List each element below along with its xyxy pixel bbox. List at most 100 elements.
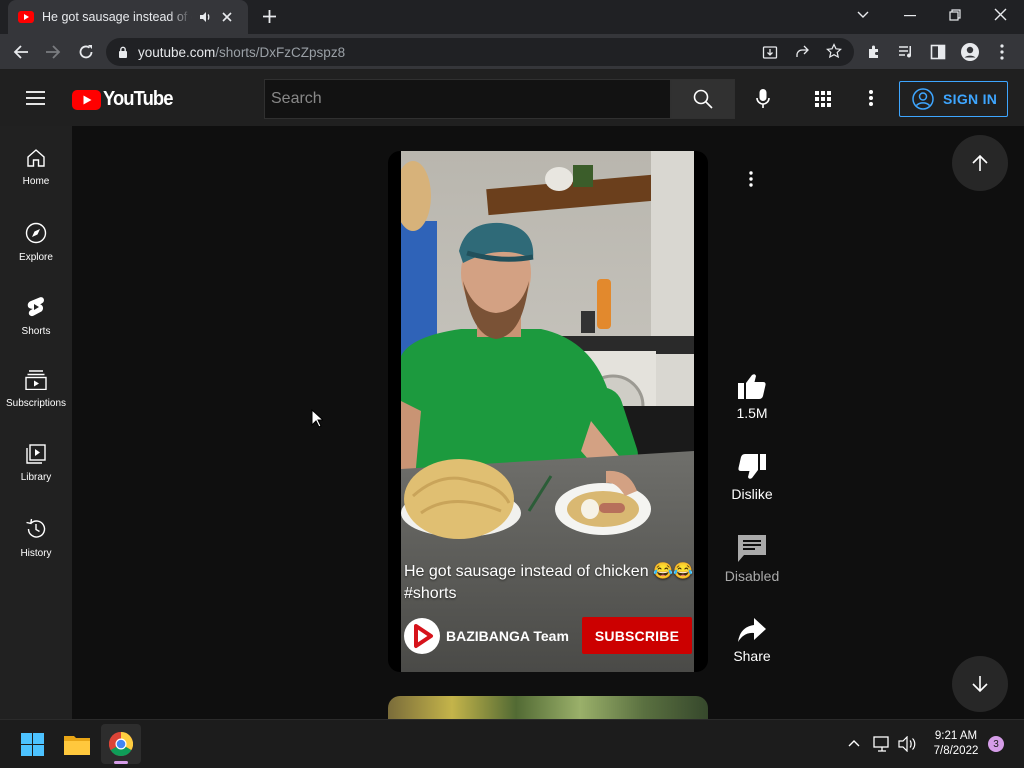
- like-count: 1.5M: [736, 405, 768, 421]
- address-bar[interactable]: youtube.com/shorts/DxFzCZpspz8: [106, 38, 854, 66]
- file-explorer-icon[interactable]: [64, 733, 90, 755]
- search-input[interactable]: Search: [264, 79, 671, 119]
- comments-disabled-label: Disabled: [724, 568, 780, 584]
- previous-short-button[interactable]: [952, 135, 1008, 191]
- share-page-icon[interactable]: [794, 44, 810, 60]
- url-host: youtube.com: [138, 44, 216, 60]
- sidebar-item-history[interactable]: History: [0, 496, 72, 570]
- tab-search-icon[interactable]: [857, 11, 869, 19]
- sidebar-item-label: Subscriptions: [5, 398, 67, 409]
- thumbs-down-icon: [738, 454, 766, 479]
- browser-tab-bar: He got sausage instead of chicken 😂😂 #sh…: [0, 0, 1024, 34]
- mouse-cursor-icon: [311, 409, 323, 428]
- volume-icon[interactable]: [898, 736, 916, 752]
- hamburger-menu-icon[interactable]: [26, 90, 45, 106]
- comment-icon: [738, 535, 766, 562]
- thumbs-up-icon: [738, 374, 766, 399]
- sidebar-item-subscriptions[interactable]: Subscriptions: [0, 348, 72, 422]
- share-icon: [738, 618, 766, 642]
- tab-title: He got sausage instead of chicken 😂😂 #sh…: [42, 9, 192, 24]
- youtube-logo-icon: [72, 89, 101, 110]
- next-short-button[interactable]: [952, 656, 1008, 712]
- lock-icon[interactable]: [118, 46, 128, 58]
- like-button[interactable]: 1.5M: [716, 373, 788, 421]
- subscribe-label: SUBSCRIBE: [594, 627, 680, 644]
- browser-toolbar: youtube.com/shorts/DxFzCZpspz8: [0, 34, 1024, 70]
- chrome-icon: [109, 732, 133, 756]
- sidebar-item-explore[interactable]: Explore: [0, 200, 72, 274]
- sidebar: Home Explore Shorts Subscriptions Librar…: [0, 126, 72, 719]
- sign-in-label: SIGN IN: [943, 91, 998, 107]
- search-placeholder: Search: [271, 90, 322, 107]
- sidebar-item-label: Explore: [19, 252, 53, 263]
- youtube-favicon-icon: [18, 11, 34, 23]
- media-control-icon[interactable]: [898, 44, 914, 60]
- windows-taskbar: 9:21 AM 7/8/2022 3: [0, 719, 1024, 768]
- profile-icon[interactable]: [960, 42, 980, 62]
- close-window-icon[interactable]: [994, 8, 1007, 21]
- comments-button: Disabled: [716, 535, 788, 584]
- search-icon: [693, 89, 713, 109]
- youtube-logo[interactable]: YouTube: [72, 88, 179, 111]
- clock-time: 9:21 AM: [934, 730, 978, 742]
- tray-overflow-icon[interactable]: [848, 739, 860, 747]
- sidebar-item-label: Library: [20, 472, 52, 483]
- side-panel-icon[interactable]: [930, 44, 946, 60]
- subscribe-button[interactable]: SUBSCRIBE: [582, 617, 692, 654]
- home-icon: [27, 149, 45, 167]
- chrome-taskbar-button[interactable]: [101, 724, 141, 764]
- apps-grid-icon[interactable]: [815, 91, 831, 107]
- sidebar-item-home[interactable]: Home: [0, 126, 72, 200]
- history-icon: [26, 518, 46, 538]
- notification-badge[interactable]: 3: [988, 736, 1004, 752]
- minimize-icon[interactable]: [904, 15, 916, 17]
- youtube-header: YouTube Search SIGN IN: [0, 70, 1024, 126]
- active-app-indicator: [114, 761, 128, 764]
- extensions-icon[interactable]: [866, 44, 882, 60]
- more-options-icon[interactable]: [749, 171, 753, 187]
- channel-link[interactable]: BAZIBANGA Team: [404, 618, 569, 654]
- tab-close-icon[interactable]: [222, 12, 232, 22]
- sign-in-button[interactable]: SIGN IN: [899, 81, 1008, 117]
- search-button[interactable]: [671, 79, 735, 119]
- sidebar-item-label: Home: [22, 176, 50, 187]
- compass-icon: [25, 222, 47, 244]
- library-icon: [26, 444, 46, 464]
- channel-name[interactable]: BAZIBANGA Team: [446, 628, 569, 644]
- new-tab-icon[interactable]: [262, 9, 277, 24]
- browser-tab[interactable]: He got sausage instead of chicken 😂😂 #sh…: [8, 0, 248, 34]
- network-icon[interactable]: [873, 736, 891, 752]
- arrow-up-icon: [972, 154, 988, 171]
- arrow-down-icon: [972, 676, 988, 693]
- share-label: Share: [733, 648, 771, 664]
- clock-date: 7/8/2022: [933, 745, 979, 757]
- install-app-icon[interactable]: [762, 44, 778, 60]
- bookmark-star-icon[interactable]: [826, 43, 842, 59]
- chrome-menu-icon[interactable]: [1000, 44, 1004, 60]
- subscriptions-icon: [25, 370, 47, 390]
- reload-icon[interactable]: [78, 44, 94, 60]
- taskbar-clock[interactable]: 9:21 AM 7/8/2022: [922, 729, 990, 759]
- url-path: /shorts/DxFzCZpspz8: [215, 44, 346, 60]
- sidebar-item-label: Shorts: [21, 326, 51, 337]
- shorts-video-player[interactable]: He got sausage instead of chicken 😂😂 #sh…: [388, 151, 708, 672]
- dislike-button[interactable]: Dislike: [716, 454, 788, 502]
- settings-more-icon[interactable]: [869, 90, 873, 106]
- shorts-icon: [27, 297, 44, 317]
- forward-icon[interactable]: [45, 44, 61, 60]
- dislike-label: Dislike: [731, 486, 773, 502]
- sidebar-item-shorts[interactable]: Shorts: [0, 274, 72, 348]
- channel-avatar: [404, 618, 440, 654]
- youtube-logo-text: YouTube: [103, 88, 173, 110]
- sidebar-item-library[interactable]: Library: [0, 422, 72, 496]
- microphone-icon: [756, 89, 770, 108]
- back-icon[interactable]: [13, 44, 29, 60]
- voice-search-button[interactable]: [756, 89, 770, 109]
- windows-start-icon[interactable]: [21, 733, 44, 756]
- short-caption: He got sausage instead of chicken 😂😂 #sh…: [404, 563, 693, 602]
- tab-audio-icon[interactable]: [198, 10, 212, 24]
- account-icon: [912, 88, 934, 110]
- share-button[interactable]: Share: [716, 618, 788, 664]
- sidebar-item-label: History: [20, 548, 52, 559]
- restore-icon[interactable]: [949, 9, 961, 21]
